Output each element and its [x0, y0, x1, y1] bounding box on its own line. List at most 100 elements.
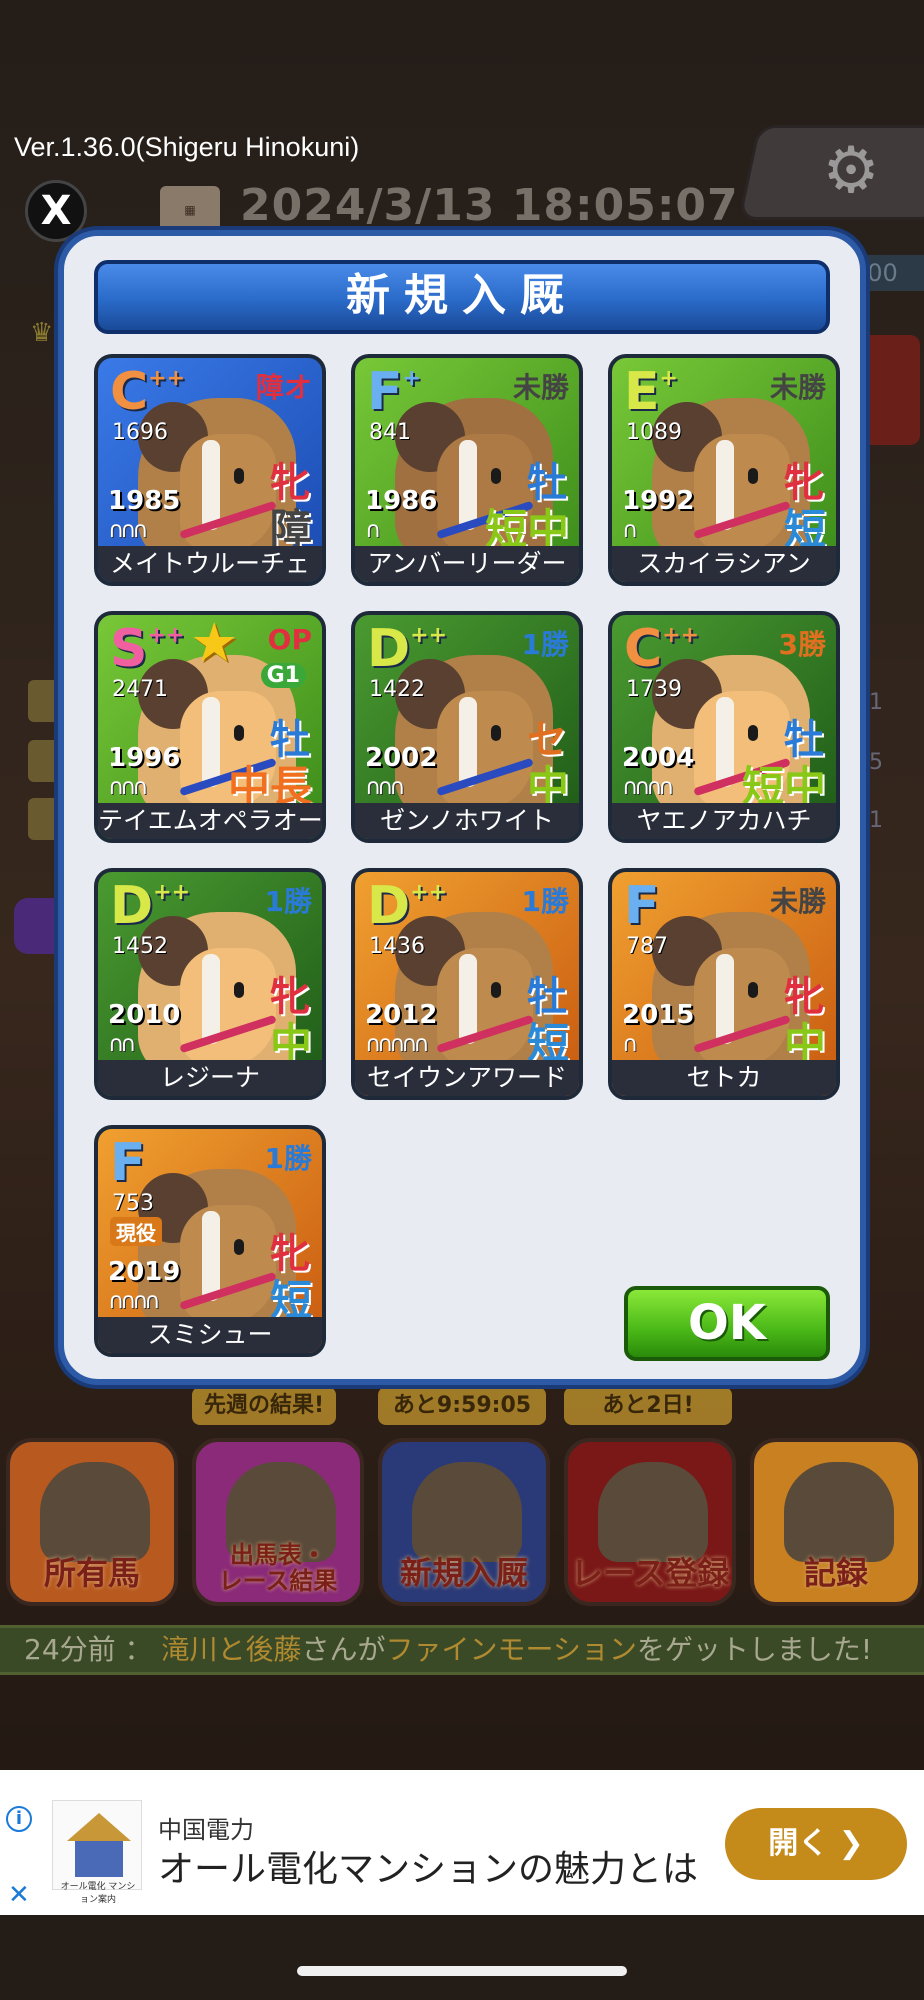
horse-card[interactable]: D++ 1436 1勝牡短 2012 ∩∩∩∩∩ セイウンアワード — [351, 868, 583, 1100]
chevron-right-icon: ❯ — [838, 1826, 864, 1861]
bg-red-panel — [860, 335, 920, 445]
horseshoe-icon: ∩∩∩ — [108, 775, 148, 800]
horseshoe-icon: ∩∩∩∩ — [622, 775, 674, 800]
horse-grade: S++ — [110, 619, 185, 679]
datetime-label: 2024/3/13 18:05:07 — [240, 180, 739, 231]
calendar-icon: ▦ — [160, 186, 220, 234]
horse-year: 2015 — [622, 1000, 695, 1030]
ticker-user: 滝川と後藤 — [161, 1633, 302, 1666]
horse-status: 1勝 — [264, 1142, 312, 1175]
horse-status: OP — [267, 623, 312, 656]
nav-tag-results: 先週の結果! — [192, 1387, 336, 1425]
horse-card[interactable]: C++ 1739 3勝牡短中 2004 ∩∩∩∩ ヤエノアカハチ — [608, 611, 840, 843]
nav-label: 出馬表・ レース結果 — [218, 1541, 338, 1595]
nav-label: 所有馬 — [43, 1554, 140, 1592]
ticker-horse: ファインモーション — [385, 1633, 637, 1666]
info-icon[interactable]: i — [6, 1806, 32, 1832]
horse-rating: 1089 — [626, 420, 682, 445]
g1-badge: G1 — [260, 663, 306, 688]
horse-grade: D++ — [367, 876, 448, 936]
horse-status: 障オ — [255, 371, 312, 404]
horse-name: レジーナ — [98, 1060, 322, 1096]
nav-race-results-button[interactable]: 出馬表・ レース結果 — [192, 1438, 364, 1606]
nav-owned-horses-button[interactable]: 所有馬 — [6, 1438, 178, 1606]
horse-card[interactable]: F 787 未勝牝中 2015 ∩ セトカ — [608, 868, 840, 1100]
jockey-icon — [598, 1462, 708, 1562]
ticker-text: さんが — [301, 1633, 386, 1666]
horse-name: セイウンアワード — [355, 1060, 579, 1096]
close-icon[interactable]: ✕ — [8, 1880, 30, 1910]
horse-rating: 1422 — [369, 677, 425, 702]
horse-name: メイトウルーチェ — [98, 546, 322, 582]
nav-new-horses-button[interactable]: 新規入厩 — [378, 1438, 550, 1606]
ad-logo: オール電化 マンション案内 — [52, 1800, 142, 1905]
horse-name: ゼンノホワイト — [355, 803, 579, 839]
horse-grade: C++ — [624, 619, 700, 679]
horse-year: 2010 — [108, 1000, 181, 1030]
horse-name: スカイラシアン — [612, 546, 836, 582]
horse-rating: 2471 — [112, 677, 168, 702]
news-ticker: 24分前 ： 滝川と後藤さんがファインモーションをゲットしました! — [0, 1625, 924, 1675]
nav-tag-timer: あと9:59:05 — [378, 1387, 546, 1425]
gear-icon[interactable]: ⚙ — [815, 135, 887, 207]
horse-card[interactable]: F 753 1勝 現役牝短 2019 ∩∩∩∩ スミシュー — [94, 1125, 326, 1357]
x-logo-icon[interactable]: X — [25, 180, 87, 242]
horseshoe-icon: ∩∩ — [108, 1032, 136, 1057]
horse-year: 2012 — [365, 1000, 438, 1030]
horse-name: ヤエノアカハチ — [612, 803, 836, 839]
horse-status: 未勝 — [769, 371, 826, 404]
version-label: Ver.1.36.0(Shigeru Hinokuni) — [14, 132, 360, 162]
horse-card[interactable]: E+ 1089 未勝牝短 1992 ∩ スカイラシアン — [608, 354, 840, 586]
horse-grade: F — [110, 1133, 146, 1193]
horse-card[interactable]: D++ 1422 1勝セ中 2002 ∩∩∩ ゼンノホワイト — [351, 611, 583, 843]
home-indicator — [297, 1966, 627, 1976]
horse-card[interactable]: S++ 2471 OP G1 ★ 牡中長 1996 ∩∩∩ テイエムオペラオー — [94, 611, 326, 843]
horse-year: 1992 — [622, 486, 695, 516]
horseshoe-icon: ∩∩∩ — [108, 518, 148, 543]
horse-status: 未勝 — [769, 885, 826, 918]
horseshoe-icon: ∩∩∩∩ — [108, 1289, 160, 1314]
nav-label: レース登録 — [570, 1554, 730, 1592]
horse-card[interactable]: C++ 1696 障オ牝障 1985 ∩∩∩ メイトウルーチェ — [94, 354, 326, 586]
horse-icon — [412, 1462, 522, 1562]
horse-name: アンバーリーダー — [355, 546, 579, 582]
horse-status: 1勝 — [521, 885, 569, 918]
horse-status: 3勝 — [778, 628, 826, 661]
horse-rating: 753 — [112, 1191, 154, 1216]
horse-rating: 1696 — [112, 420, 168, 445]
horseshoe-icon: ∩ — [622, 1032, 638, 1057]
horse-status: 1勝 — [264, 885, 312, 918]
horse-name: スミシュー — [98, 1317, 322, 1353]
horse-name: テイエムオペラオー — [98, 803, 322, 839]
horse-card[interactable]: F+ 841 未勝牡短中 1986 ∩ アンバーリーダー — [351, 354, 583, 586]
horse-year: 2002 — [365, 743, 438, 773]
ad-open-button[interactable]: 開く ❯ — [725, 1808, 907, 1880]
horseshoe-icon: ∩∩∩∩∩ — [365, 1032, 429, 1057]
horse-icon — [784, 1462, 894, 1562]
horse-grade: E+ — [624, 362, 678, 422]
horse-card[interactable]: D++ 1452 1勝牝中 2010 ∩∩ レジーナ — [94, 868, 326, 1100]
ticker-text: をゲットしました! — [636, 1633, 873, 1666]
new-horses-modal: 新規入厩 C++ 1696 障オ牝障 1985 ∩∩∩ メイトウルーチェ F+ 841 未勝牡短… — [58, 230, 866, 1385]
horseshoe-icon: ∩ — [365, 518, 381, 543]
horseshoe-icon: ∩ — [622, 518, 638, 543]
ad-headline: オール電化マンションの魅力とは — [158, 1849, 699, 1890]
ticker-time: 24分前 ： — [24, 1633, 153, 1666]
ok-button[interactable]: OK — [624, 1286, 830, 1361]
active-badge: 現役 — [110, 1217, 162, 1246]
nav-label: 記録 — [803, 1554, 868, 1592]
horse-grade: F+ — [367, 362, 421, 422]
horse-grade: C++ — [110, 362, 186, 422]
horse-grade: F — [624, 876, 660, 936]
horse-name: セトカ — [612, 1060, 836, 1096]
horse-grade: D++ — [367, 619, 448, 679]
nav-records-button[interactable]: 記録 — [750, 1438, 922, 1606]
horse-rating: 841 — [369, 420, 411, 445]
horse-status: 未勝 — [512, 371, 569, 404]
nav-tag-days: あと2日! — [564, 1387, 732, 1425]
horse-rating: 787 — [626, 934, 668, 959]
nav-race-entry-button[interactable]: レース登録 — [564, 1438, 736, 1606]
star-icon: ★ — [190, 611, 239, 674]
horse-rating: 1739 — [626, 677, 682, 702]
horse-status: 1勝 — [521, 628, 569, 661]
